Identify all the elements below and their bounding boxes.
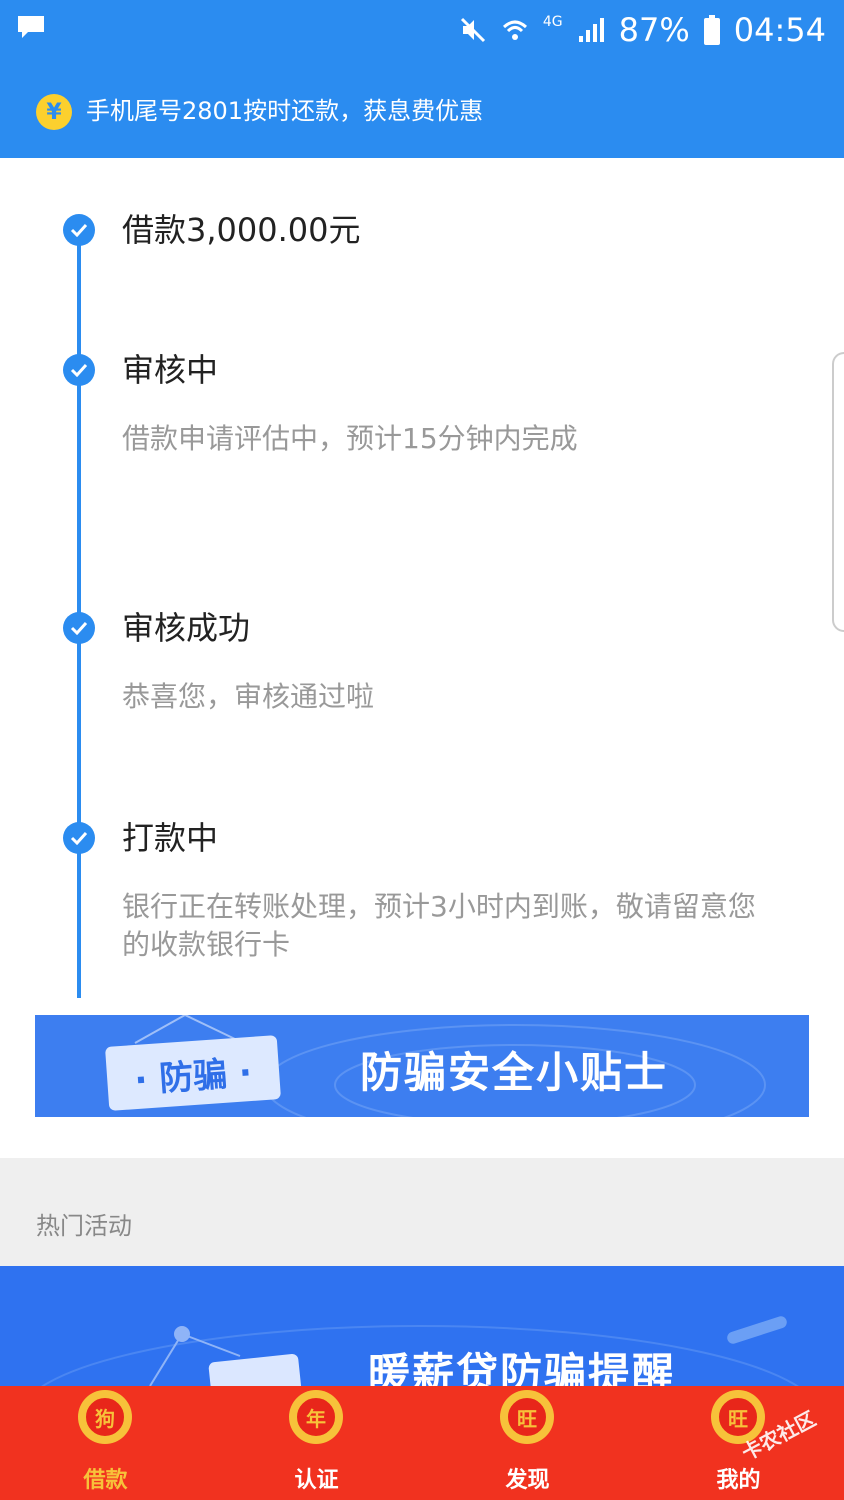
hot-activities-header: 热门活动 [0, 1158, 844, 1266]
yen-icon: ¥ [36, 94, 72, 130]
tab-label: 我的 [716, 1468, 761, 1493]
lantern-icon: 旺 [500, 1390, 554, 1444]
tab-label: 发现 [505, 1468, 550, 1493]
repayment-notice[interactable]: ¥ 手机尾号2801按时还款，获息费优惠 [0, 62, 844, 158]
step-title: 审核中 [122, 351, 219, 389]
lantern-icon: 狗 [78, 1390, 132, 1444]
battery-percent: 87% [618, 11, 690, 49]
battery-icon [703, 15, 720, 45]
check-icon [63, 612, 95, 644]
check-icon [63, 822, 95, 854]
promo-banner[interactable]: 暖薪贷防骗提醒 [0, 1266, 844, 1386]
check-icon [63, 354, 95, 386]
tab-discover[interactable]: 旺 发现 [422, 1386, 633, 1500]
edge-panel-handle[interactable] [832, 352, 844, 632]
tab-label: 认证 [294, 1468, 339, 1493]
step-title: 审核成功 [122, 609, 251, 647]
status-icons: 4G 87% 04:54 [459, 8, 826, 52]
loan-progress-timeline: 借款3,000.00元 审核中 借款申请评估中，预计15分钟内完成 审核成功 恭… [0, 158, 844, 1158]
promo-headline: 暖薪贷防骗提醒 [368, 1349, 677, 1386]
network-type: 4G [542, 14, 563, 30]
mute-icon [460, 17, 485, 43]
tab-verification[interactable]: 年 认证 [211, 1386, 422, 1500]
check-icon [63, 214, 95, 246]
anti-fraud-tag: · 防骗 · [104, 1035, 282, 1111]
bottom-tab-bar: 狗 借款 年 认证 旺 发现 旺 我的 卡农社区 [0, 1386, 844, 1500]
step-title: 借款3,000.00元 [122, 211, 361, 249]
notice-text: 手机尾号2801按时还款，获息费优惠 [86, 97, 484, 125]
status-bar: 4G 87% 04:54 [0, 0, 844, 62]
lantern-icon: 年 [289, 1390, 343, 1444]
clock: 04:54 [733, 11, 826, 49]
step-description: 借款申请评估中，预计15分钟内完成 [122, 422, 578, 455]
tab-label: 借款 [83, 1468, 128, 1493]
banner-headline: 防骗安全小贴士 [360, 1048, 669, 1097]
signal-icon [578, 18, 604, 42]
message-icon [18, 16, 44, 38]
step-description: 银行正在转账处理，预计3小时内到账，敬请留意您的收款银行卡 [122, 890, 756, 961]
tab-loan[interactable]: 狗 借款 [0, 1386, 211, 1500]
step-title: 打款中 [122, 819, 219, 857]
wifi-icon [502, 20, 527, 40]
section-label: 热门活动 [36, 1212, 132, 1240]
step-description: 恭喜您，审核通过啦 [122, 680, 375, 713]
anti-fraud-tips-banner[interactable]: · 防骗 · 防骗安全小贴士 [35, 1015, 809, 1117]
